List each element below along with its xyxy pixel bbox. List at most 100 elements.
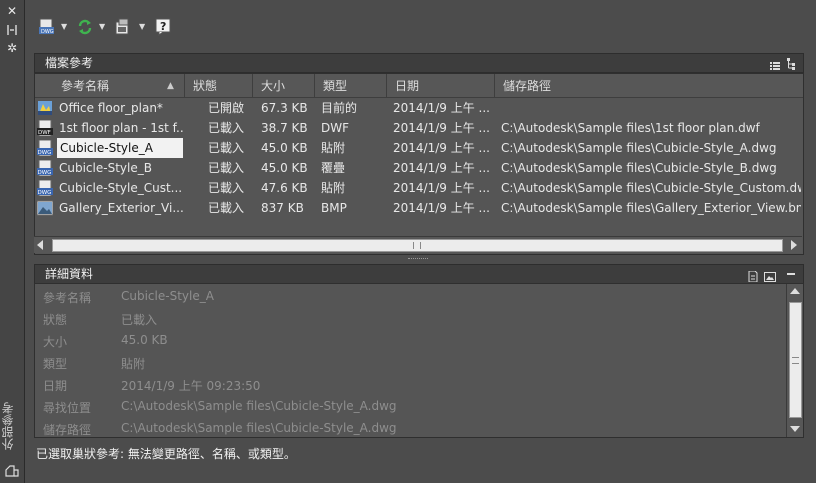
image-icon [36, 200, 54, 216]
details-view-icon[interactable] [748, 269, 758, 283]
horizontal-scroll-thumb[interactable] [52, 239, 783, 252]
svg-text:DWG: DWG [38, 170, 52, 176]
row-size: 38.7 KB [261, 121, 308, 135]
row-path: C:\Autodesk\Sample files\Cubicle-Style_C… [501, 181, 801, 195]
detail-value: 已載入 [121, 313, 158, 327]
row-type: 貼附 [321, 181, 346, 195]
column-header-date[interactable]: 日期 [387, 74, 495, 98]
palette-title-bar: ✕ ✲ 外部參考 [0, 0, 25, 483]
scroll-up-icon[interactable] [790, 288, 800, 294]
path-dropdown-arrow[interactable]: ▼ [139, 20, 147, 34]
row-name: Cubicle-Style_Cust... [59, 181, 183, 195]
status-message: 已選取巢狀參考: 無法變更路徑、名稱、或類型。 [36, 447, 296, 461]
row-path: C:\Autodesk\Sample files\Cubicle-Style_B… [501, 161, 777, 175]
svg-text:DWF: DWF [38, 130, 51, 136]
detail-value: Cubicle-Style_A [121, 289, 214, 303]
detail-label: 參考名稱 [43, 291, 92, 305]
table-row-selected[interactable]: DWG Cubicle-Style_A 已載入 45.0 KB 貼附 2014/… [35, 138, 803, 158]
horizontal-scrollbar[interactable] [34, 236, 802, 253]
row-size: 45.0 KB [261, 141, 308, 155]
row-path: C:\Autodesk\Sample files\Cubicle-Style_A… [501, 141, 777, 155]
row-size: 47.6 KB [261, 181, 308, 195]
detail-label: 狀態 [43, 313, 68, 327]
column-header-status[interactable]: 狀態 [185, 74, 253, 98]
row-type: 覆疊 [321, 161, 346, 175]
row-date: 2014/1/9 上午 ... [393, 161, 490, 175]
row-date: 2014/1/9 上午 ... [393, 101, 490, 115]
row-size: 837 KB [261, 201, 304, 215]
svg-text:DWG: DWG [38, 190, 52, 196]
close-icon[interactable]: ✕ [5, 5, 19, 17]
detail-label: 儲存路徑 [43, 423, 92, 437]
list-view-icon[interactable] [770, 58, 780, 70]
row-status: 已載入 [208, 121, 245, 135]
dwg-icon: DWG [37, 159, 53, 177]
tree-view-icon[interactable] [787, 57, 797, 70]
scroll-right-icon[interactable] [791, 240, 797, 250]
table-row[interactable]: DWG Cubicle-Style_B 已載入 45.0 KB 覆疊 2014/… [35, 158, 803, 178]
vertical-scroll-thumb[interactable] [789, 302, 802, 418]
row-name: Office floor_plan* [59, 101, 163, 115]
row-size: 45.0 KB [261, 161, 308, 175]
scroll-left-icon[interactable] [37, 240, 43, 250]
dwg-icon: DWG [37, 139, 53, 157]
row-name: 1st floor plan - 1st f... [59, 121, 183, 135]
row-name: Cubicle-Style_B [59, 161, 152, 175]
change-path-icon[interactable] [114, 18, 132, 36]
panel-splitter[interactable] [34, 256, 802, 261]
column-header-path[interactable]: 儲存路徑 [495, 74, 803, 98]
help-icon[interactable]: ? [155, 18, 173, 36]
column-header-size[interactable]: 大小 [253, 74, 315, 98]
vertical-scrollbar[interactable] [786, 284, 803, 437]
row-status: 已開啟 [208, 101, 245, 115]
detail-label: 大小 [43, 335, 68, 349]
detail-value: 2014/1/9 上午 09:23:50 [121, 379, 261, 393]
table-row[interactable]: Gallery_Exterior_Vi... 已載入 837 KB BMP 20… [35, 198, 803, 218]
file-references-header: 檔案參考 [34, 53, 804, 73]
preview-icon[interactable] [764, 269, 776, 282]
row-status: 已載入 [208, 201, 245, 215]
svg-text:DWG: DWG [41, 29, 54, 35]
row-status: 已載入 [208, 181, 245, 195]
file-references-list: 參考名稱 ▲ 狀態 大小 類型 日期 儲存路徑 Office floor_pla… [34, 73, 804, 255]
attach-dwf-icon[interactable]: DWG [38, 18, 56, 36]
row-date: 2014/1/9 上午 ... [393, 141, 490, 155]
row-status: 已載入 [208, 161, 245, 175]
row-path: C:\Autodesk\Sample files\Gallery_Exterio… [501, 201, 801, 215]
row-date: 2014/1/9 上午 ... [393, 201, 490, 215]
refresh-dropdown-arrow[interactable]: ▼ [99, 20, 107, 34]
row-name: Gallery_Exterior_Vi... [59, 201, 183, 215]
detail-value: 貼附 [121, 357, 146, 371]
details-header: 詳細資料 [34, 264, 804, 284]
row-type: BMP [321, 201, 347, 215]
refresh-icon[interactable] [76, 18, 94, 36]
dwg-icon: DWG [37, 179, 53, 197]
details-title: 詳細資料 [45, 267, 94, 281]
detail-value: C:\Autodesk\Sample files\Cubicle-Style_A… [121, 399, 397, 413]
row-type: DWF [321, 121, 350, 135]
row-date: 2014/1/9 上午 ... [393, 121, 490, 135]
table-row[interactable]: DWF 1st floor plan - 1st f... 已載入 38.7 K… [35, 118, 803, 138]
scroll-down-icon[interactable] [790, 426, 800, 432]
svg-text:DWG: DWG [38, 150, 52, 156]
dwf-icon: DWF [37, 119, 53, 137]
dwg-current-icon [37, 100, 53, 116]
file-references-title: 檔案參考 [45, 56, 94, 70]
detail-label: 日期 [43, 379, 68, 393]
column-header-type[interactable]: 類型 [315, 74, 387, 98]
table-row[interactable]: DWG Cubicle-Style_Cust... 已載入 47.6 KB 貼附… [35, 178, 803, 198]
svg-text:?: ? [160, 20, 166, 33]
properties-gear-icon[interactable]: ✲ [5, 42, 19, 54]
row-name: Cubicle-Style_A [57, 138, 183, 158]
detail-label: 尋找位置 [43, 401, 92, 415]
attach-dropdown-arrow[interactable]: ▼ [61, 20, 69, 34]
row-size: 67.3 KB [261, 101, 308, 115]
collapse-icon[interactable] [787, 273, 795, 275]
row-status: 已載入 [208, 141, 245, 155]
column-header-name[interactable]: 參考名稱 ▲ [35, 74, 185, 98]
detail-label: 類型 [43, 357, 68, 371]
autohide-icon[interactable] [5, 24, 19, 36]
sort-ascending-icon: ▲ [167, 81, 174, 91]
table-row[interactable]: Office floor_plan* 已開啟 67.3 KB 目前的 2014/… [35, 98, 803, 118]
palette-corner-icon[interactable] [4, 462, 20, 478]
